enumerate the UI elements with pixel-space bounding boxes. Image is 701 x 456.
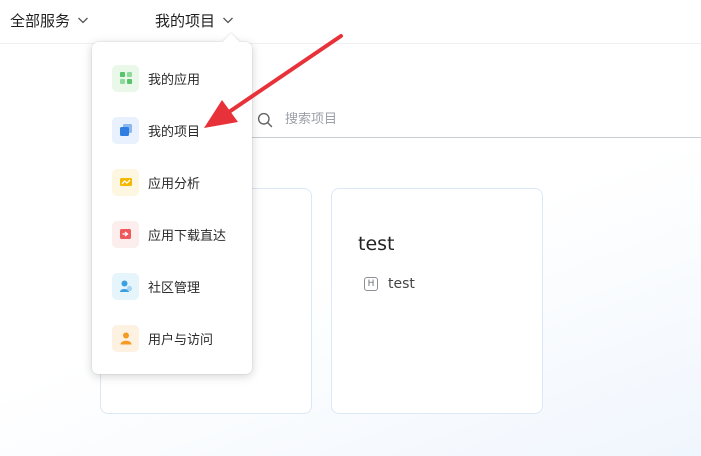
menu-item-label: 应用下载直达 [148,228,227,244]
apps-icon [112,64,139,92]
menu-item-label: 社区管理 [148,280,201,296]
nav-all-services[interactable]: 全部服务 [10,9,89,31]
project-icon [112,116,139,144]
download-icon [112,220,139,248]
menu-item-label: 用户与访问 [148,332,214,348]
user-icon [112,324,139,352]
nav-my-projects[interactable]: 我的项目 [155,9,234,31]
menu-item-community[interactable]: 社区管理 [112,272,242,300]
menu-item-app-analytics[interactable]: 应用分析 [112,168,242,196]
chevron-down-icon [223,17,233,24]
nav-my-projects-label: 我的项目 [155,11,216,30]
community-icon [112,272,139,300]
top-nav: 全部服务 我的项目 [0,0,701,44]
search-icon [257,112,273,127]
menu-item-user-access[interactable]: 用户与访问 [112,324,242,352]
hosting-icon: H [364,277,378,291]
menu-item-label: 应用分析 [148,176,201,192]
menu-item-my-projects[interactable]: 我的项目 [112,116,242,144]
menu-item-my-apps[interactable]: 我的应用 [112,64,242,92]
project-search [240,102,701,138]
menu-item-label: 我的应用 [148,72,201,88]
search-input[interactable] [285,112,665,127]
nav-all-services-label: 全部服务 [10,11,71,30]
project-card-title: test [358,233,395,255]
menu-item-label: 我的项目 [148,124,201,140]
project-card-meta-text: test [388,276,415,292]
chevron-down-icon [78,17,88,24]
analytics-icon [112,168,139,196]
project-card[interactable]: test H test [331,188,543,414]
project-card-meta: H test [364,276,415,292]
my-projects-dropdown: 我的应用 我的项目 应用分析 应用下载直达 社区管理 用户与访问 [92,33,252,374]
menu-item-app-download[interactable]: 应用下载直达 [112,220,242,248]
